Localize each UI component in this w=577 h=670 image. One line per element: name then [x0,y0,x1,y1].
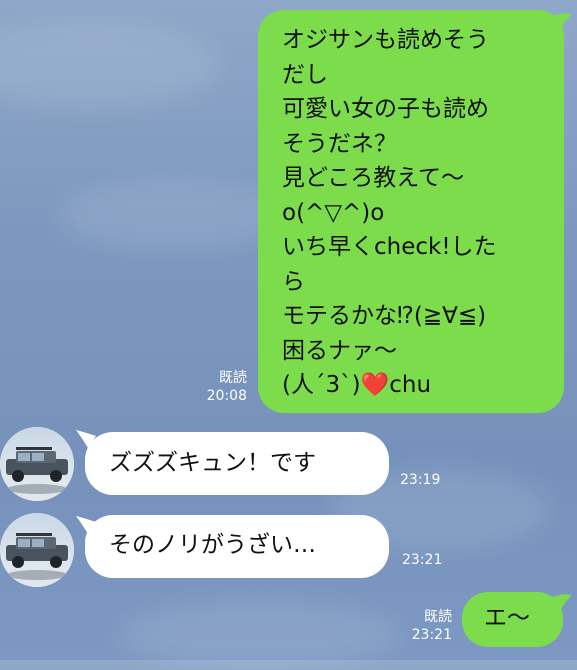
outgoing-bubble-tail [552,594,572,611]
incoming-message-bubble[interactable]: ズズズキュン！です [85,432,389,495]
message-meta: 既読 20:08 [192,369,247,405]
car-avatar-icon [0,513,74,587]
read-receipt: 既読 [424,609,452,625]
message-time: 20:08 [206,388,247,404]
car-avatar-icon [0,427,74,501]
message-text: オジサンも読めそう だし 可愛い女の子も読め そうだネ？ 見どころ教えて〜 o(… [282,27,497,398]
incoming-message-bubble[interactable]: そのノリがうざい… [85,515,389,578]
contact-avatar[interactable] [0,427,74,501]
read-receipt: 既読 [219,370,247,386]
message-text: ズズズキュン！です [109,450,316,476]
message-text: そのノリがうざい… [109,532,316,558]
message-time: 23:21 [411,627,452,643]
outgoing-message-bubble[interactable]: オジサンも読めそう だし 可愛い女の子も読め そうだネ？ 見どころ教えて〜 o(… [258,10,564,413]
message-time: 23:19 [400,472,441,488]
outgoing-bubble-tail [552,13,572,31]
chat-area[interactable]: オジサンも読めそう だし 可愛い女の子も読め そうだネ？ 見どころ教えて〜 o(… [0,0,577,660]
message-time: 23:21 [402,552,443,568]
contact-avatar[interactable] [0,513,74,587]
message-meta: 既読 23:21 [397,608,452,644]
outgoing-message-bubble[interactable]: エ〜 [462,592,563,647]
